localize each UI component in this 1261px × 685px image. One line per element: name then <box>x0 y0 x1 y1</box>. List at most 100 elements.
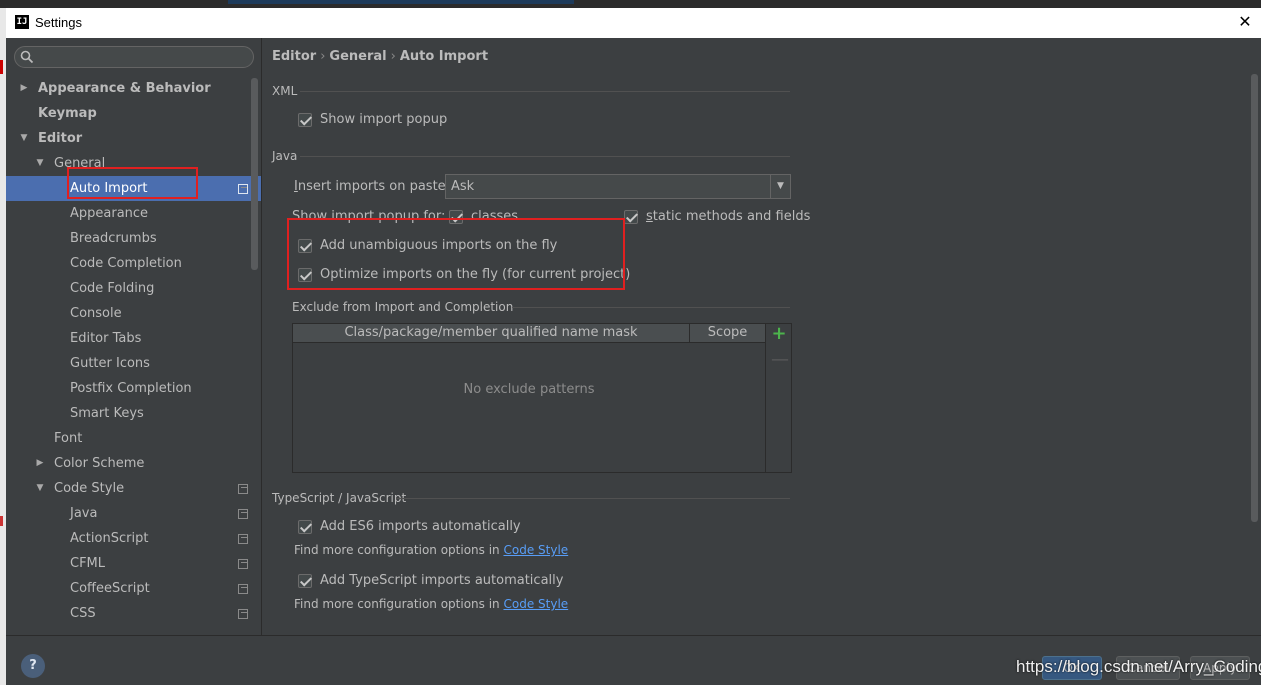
background-window-strip <box>0 0 1261 8</box>
tree-item-label: Console <box>70 306 122 321</box>
expand-arrow-icon[interactable]: ▶ <box>34 451 46 476</box>
tree-item-label: Java <box>70 506 98 521</box>
collapse-arrow-icon[interactable]: ▼ <box>34 476 46 501</box>
settings-content-panel: Editor › General › Auto Import XML Show impo… <box>262 38 1261 635</box>
content-scrollbar[interactable] <box>1251 74 1258 522</box>
tree-item-label: Gutter Icons <box>70 356 150 371</box>
section-title-exclude: Exclude from Import and Completion <box>292 300 514 314</box>
tree-item-console[interactable]: Console <box>6 301 261 326</box>
static-methods-label: static methods and fields <box>646 207 810 227</box>
tree-item-gutter-icons[interactable]: Gutter Icons <box>6 351 261 376</box>
insert-imports-on-paste-select[interactable]: Ask ▼ <box>445 174 791 199</box>
tree-item-color-scheme[interactable]: ▶ Color Scheme <box>6 451 261 476</box>
tree-item-editor-tabs[interactable]: Editor Tabs <box>6 326 261 351</box>
tree-item-actionscript[interactable]: ActionScript <box>6 526 261 551</box>
label-text: nsert imports on paste: <box>297 179 451 194</box>
tree-item-code-style[interactable]: ▼ Code Style <box>6 476 261 501</box>
mnemonic-char: s <box>646 209 653 224</box>
project-scope-icon <box>238 609 248 619</box>
tree-item-label: CoffeeScript <box>70 581 150 596</box>
tree-item-breadcrumbs[interactable]: Breadcrumbs <box>6 226 261 251</box>
select-value: Ask <box>451 179 475 194</box>
code-style-link[interactable]: Code Style <box>503 597 568 611</box>
tree-item-font[interactable]: Font <box>6 426 261 451</box>
expand-arrow-icon[interactable]: ▶ <box>18 76 30 101</box>
tree-item-label: Code Folding <box>70 281 155 296</box>
tree-item-css[interactable]: CSS <box>6 601 261 626</box>
tree-item-postfix-completion[interactable]: Postfix Completion <box>6 376 261 401</box>
tree-item-label: Appearance <box>70 206 149 221</box>
hint-text: Find more configuration options in <box>294 543 504 557</box>
tree-item-appearance-behavior[interactable]: ▶ Appearance & Behavior <box>6 76 261 101</box>
tree-item-smart-keys[interactable]: Smart Keys <box>6 401 261 426</box>
section-title-xml: XML <box>272 84 298 98</box>
highlight-box-auto-import <box>67 167 198 199</box>
collapse-arrow-icon[interactable]: ▼ <box>34 151 46 176</box>
tree-item-label: ActionScript <box>70 531 149 546</box>
close-button[interactable]: ✕ <box>1234 11 1256 33</box>
project-scope-icon <box>238 559 248 569</box>
add-es6-imports-checkbox[interactable] <box>298 520 312 534</box>
project-scope-icon <box>238 584 248 594</box>
exclude-patterns-table[interactable]: Class/package/member qualified name mask… <box>292 323 792 473</box>
tree-item-label: Font <box>54 431 83 446</box>
settings-sidebar: ▶ Appearance & Behavior Keymap ▼ Editor … <box>6 38 262 635</box>
intellij-app-icon: IJ <box>15 15 29 29</box>
tree-item-code-completion[interactable]: Code Completion <box>6 251 261 276</box>
tree-item-label: Appearance & Behavior <box>38 81 211 96</box>
project-scope-icon <box>238 509 248 519</box>
column-header-scope[interactable]: Scope <box>690 324 765 342</box>
code-style-link[interactable]: Code Style <box>503 543 568 557</box>
background-marker <box>0 516 3 526</box>
remove-pattern-button[interactable]: — <box>771 351 789 369</box>
background-window-tab <box>228 0 574 4</box>
code-style-hint-1: Find more configuration options in Code … <box>294 543 568 557</box>
tree-item-label: Code Completion <box>70 256 182 271</box>
tree-item-label: Breadcrumbs <box>70 231 157 246</box>
window-title: Settings <box>35 15 82 30</box>
hint-text: Find more configuration options in <box>294 597 504 611</box>
watermark-text: https://blog.csdn.net/Arry_Coding <box>1016 657 1261 676</box>
search-input[interactable] <box>37 49 247 65</box>
settings-search-box[interactable] <box>14 46 254 68</box>
tree-item-label: Keymap <box>38 106 97 121</box>
tree-item-label: Editor <box>38 131 83 146</box>
highlight-box-on-the-fly <box>287 218 625 290</box>
show-import-popup-label: Show import popup <box>320 112 448 127</box>
collapse-arrow-icon[interactable]: ▼ <box>18 126 30 151</box>
tree-item-label: Color Scheme <box>54 456 145 471</box>
tree-item-code-folding[interactable]: Code Folding <box>6 276 261 301</box>
tree-item-label: CSS <box>70 606 96 621</box>
tree-item-appearance[interactable]: Appearance <box>6 201 261 226</box>
sidebar-scrollbar[interactable] <box>251 78 258 270</box>
dropdown-arrow-icon[interactable]: ▼ <box>770 175 790 198</box>
add-ts-imports-checkbox[interactable] <box>298 574 312 588</box>
search-icon <box>20 50 34 64</box>
static-methods-checkbox[interactable] <box>624 210 638 224</box>
tree-item-coffeescript[interactable]: CoffeeScript <box>6 576 261 601</box>
section-divider <box>512 307 790 308</box>
section-divider <box>300 156 790 157</box>
tree-item-editor[interactable]: ▼ Editor <box>6 126 261 151</box>
tree-item-java[interactable]: Java <box>6 501 261 526</box>
tree-item-keymap[interactable]: Keymap <box>6 101 261 126</box>
section-title-typescript: TypeScript / JavaScript <box>272 491 407 505</box>
column-header-mask[interactable]: Class/package/member qualified name mask <box>293 324 690 342</box>
tree-item-cfml[interactable]: CFML <box>6 551 261 576</box>
breadcrumb-separator: › <box>320 49 326 64</box>
add-pattern-button[interactable]: + <box>771 325 787 343</box>
section-divider <box>300 91 790 92</box>
add-es6-imports-label: Add ES6 imports automatically <box>320 519 521 534</box>
breadcrumb: Editor › General › Auto Import <box>272 49 488 64</box>
section-title-java: Java <box>272 149 298 163</box>
show-import-popup-checkbox[interactable] <box>298 113 312 127</box>
add-ts-imports-label: Add TypeScript imports automatically <box>320 573 564 588</box>
tree-item-label: CFML <box>70 556 106 571</box>
breadcrumb-editor: Editor <box>272 49 317 64</box>
help-button[interactable]: ? <box>21 654 45 678</box>
project-scope-icon <box>238 184 248 194</box>
tree-item-label: Smart Keys <box>70 406 144 421</box>
label-text: tatic methods and fields <box>652 209 811 224</box>
tree-item-cut-off <box>6 626 261 635</box>
table-toolbar: + — <box>765 324 791 472</box>
